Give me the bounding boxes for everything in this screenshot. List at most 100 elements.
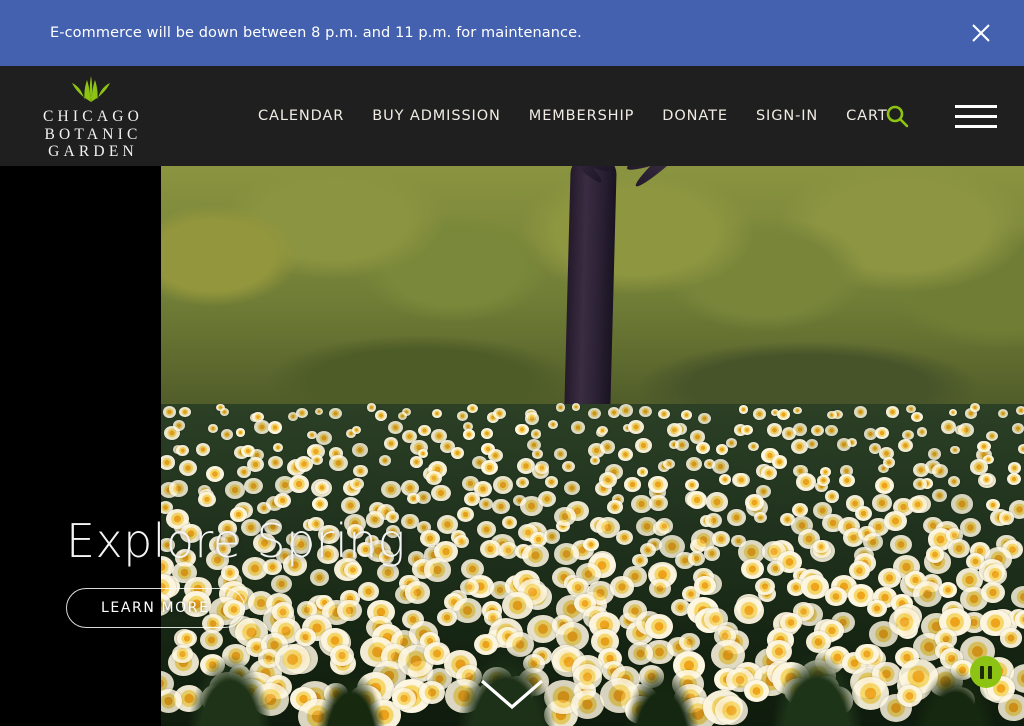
daffodil-bloom — [289, 475, 310, 493]
daffodil-bloom — [1006, 472, 1022, 486]
daffodil-bloom — [1008, 462, 1022, 474]
daffodil-bloom — [431, 484, 451, 502]
daffodil-bloom — [910, 411, 923, 423]
daffodil-bloom — [648, 475, 668, 493]
daffodil-bloom — [766, 423, 783, 438]
hamburger-menu-icon-bar-3 — [955, 124, 997, 128]
daffodil-bloom — [839, 473, 855, 488]
hero-tree-branch — [631, 166, 709, 191]
daffodil-bloom — [810, 424, 824, 437]
daffodil-bloom — [771, 455, 788, 469]
chevron-down-icon[interactable] — [476, 677, 548, 718]
logo-line-2: BOTANIC — [44, 125, 142, 143]
daffodil-bloom — [398, 412, 408, 421]
daffodil-bloom — [479, 498, 493, 510]
daffodil-bloom — [161, 454, 176, 470]
daffodil-bloom — [761, 466, 778, 480]
daffodil-bloom — [314, 481, 330, 494]
daffodil-bloom — [932, 489, 947, 503]
hamburger-menu-icon-bar-1 — [955, 104, 997, 108]
daffodil-bloom — [329, 454, 349, 472]
daffodil-bloom — [686, 457, 703, 472]
nav-item-cart[interactable]: CART — [846, 108, 888, 124]
daffodil-bloom — [169, 480, 188, 497]
daffodil-bloom — [907, 495, 927, 513]
daffodil-bloom — [172, 420, 186, 432]
daffodil-bloom — [456, 410, 468, 421]
daffodil-bloom — [409, 456, 423, 468]
daffodil-bloom — [703, 546, 721, 561]
daffodil-bloom — [1015, 405, 1024, 415]
nav-item-buy-admission[interactable]: BUY ADMISSION — [372, 108, 501, 124]
daffodil-bloom — [378, 455, 391, 466]
nav-item-sign-in[interactable]: SIGN-IN — [756, 108, 818, 124]
daffodil-bloom — [806, 438, 818, 449]
daffodil-bloom — [795, 472, 817, 491]
daffodil-bloom — [686, 491, 707, 509]
daffodil-bloom — [176, 445, 190, 457]
daffodil-bloom — [477, 520, 497, 538]
daffodil-bloom — [607, 500, 623, 514]
daffodil-bloom — [553, 448, 568, 460]
daffodil-bloom — [958, 423, 974, 437]
daffodil-bloom — [463, 429, 476, 440]
daffodil-bloom — [640, 542, 657, 557]
nav-item-donate[interactable]: DONATE — [662, 108, 728, 124]
daffodil-bloom — [753, 511, 767, 524]
daffodil-bloom — [824, 424, 838, 437]
logo-line-3: GARDEN — [48, 143, 138, 160]
daffodil-bloom — [738, 405, 749, 414]
daffodil-bloom — [599, 440, 616, 454]
daffodil-bloom — [598, 472, 617, 488]
daffodil-bloom — [916, 427, 928, 437]
nav-item-calendar[interactable]: CALENDAR — [258, 108, 344, 124]
daffodil-bloom — [273, 493, 291, 509]
site-logo[interactable]: CHICAGO BOTANIC GARDEN — [36, 76, 146, 161]
daffodil-bloom — [733, 472, 750, 488]
daffodil-bloom — [897, 438, 913, 453]
daffodil-bloom — [687, 550, 705, 566]
hamburger-menu-icon-bar-2 — [955, 114, 997, 118]
daffodil-bloom — [224, 480, 246, 500]
daffodil-bloom — [817, 474, 831, 486]
daffodil-bloom — [329, 408, 342, 420]
learn-more-button[interactable]: LEARN MORE — [66, 588, 245, 628]
hero-title: Explore Spring — [66, 514, 406, 568]
daffodil-bloom — [980, 473, 993, 485]
daffodil-bloom — [874, 477, 894, 495]
daffodil-bloom — [530, 429, 542, 439]
daffodil-bloom — [312, 497, 329, 512]
daffodil-bloom — [792, 423, 807, 436]
close-icon[interactable] — [964, 16, 998, 50]
daffodil-bloom — [711, 530, 730, 547]
daffodil-bloom — [883, 510, 908, 532]
daffodil-bloom — [950, 494, 974, 514]
daffodil-bloom — [178, 459, 198, 476]
daffodil-bloom — [267, 455, 283, 469]
hamburger-menu-button[interactable] — [955, 66, 997, 166]
daffodil-bloom — [658, 408, 671, 420]
daffodil-bloom — [836, 438, 851, 451]
daffodil-bloom — [698, 412, 712, 425]
daffodil-bloom — [235, 428, 245, 437]
daffodil-bloom — [885, 406, 900, 419]
daffodil-bloom — [296, 407, 309, 418]
daffodil-bloom — [637, 467, 648, 477]
daffodil-bloom — [571, 403, 581, 411]
search-button[interactable] — [884, 66, 910, 166]
pause-button[interactable] — [970, 656, 1002, 688]
hero-caption: Explore Spring LEARN MORE — [66, 518, 406, 628]
daffodil-bloom — [515, 423, 529, 436]
daffodil-bloom — [208, 424, 218, 433]
nav-item-membership[interactable]: MEMBERSHIP — [529, 108, 635, 124]
daffodil-bloom — [351, 425, 362, 435]
daffodil-bloom — [680, 409, 693, 420]
daffodil-bloom — [655, 518, 674, 534]
daffodil-bloom — [777, 409, 790, 421]
daffodil-bloom — [272, 443, 283, 453]
daffodil-bloom — [948, 539, 970, 559]
alert-message: E-commerce will be down between 8 p.m. a… — [50, 25, 582, 41]
daffodil-bloom — [466, 403, 478, 414]
daffodil-bloom — [872, 494, 893, 512]
daffodil-bloom — [853, 406, 868, 418]
